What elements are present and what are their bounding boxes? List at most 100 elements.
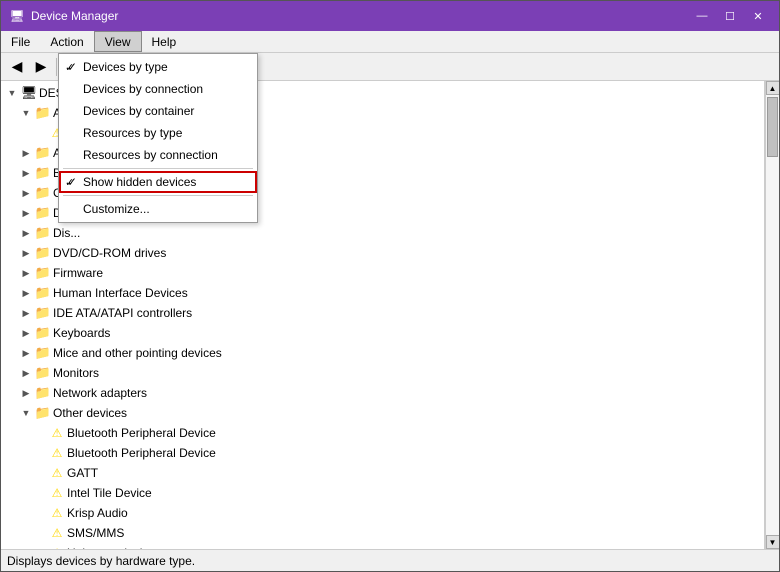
check-icon: ✓ <box>67 175 83 189</box>
scroll-thumb[interactable] <box>767 97 778 157</box>
window-title: Device Manager <box>31 9 689 23</box>
tree-item-gatt[interactable]: ⚠ GATT <box>1 463 764 483</box>
folder-icon-dvd: 📁 <box>35 245 51 261</box>
tree-label-firmware: Firmware <box>53 266 103 280</box>
scroll-track[interactable] <box>766 95 779 535</box>
toggle-disk[interactable]: ▶ <box>19 206 33 220</box>
tree-label-dvd: DVD/CD-ROM drives <box>53 246 166 260</box>
tree-item-unk1[interactable]: ⚠ Unknown device <box>1 543 764 549</box>
close-button[interactable]: ✕ <box>745 6 771 26</box>
toggle-monitors[interactable]: ▶ <box>19 366 33 380</box>
folder-icon-disk: 📁 <box>35 205 51 221</box>
tree-label-intel: Intel Tile Device <box>67 486 152 500</box>
title-bar: 🖥 Device Manager — ☐ ✕ <box>1 1 779 31</box>
menu-separator-1 <box>63 168 253 169</box>
tree-item-other[interactable]: ▼ 📁 Other devices <box>1 403 764 423</box>
menu-devices-by-container[interactable]: Devices by container <box>59 100 257 122</box>
toggle-firmware[interactable]: ▶ <box>19 266 33 280</box>
tree-label-krisp: Krisp Audio <box>67 506 128 520</box>
toggle-a-warn <box>33 126 47 140</box>
toggle-aud[interactable]: ▶ <box>19 146 33 160</box>
menu-devices-by-type[interactable]: ✓ Devices by type <box>59 56 257 78</box>
check-icon: ✓ <box>67 60 83 74</box>
toggle-btpd2 <box>33 446 47 460</box>
menu-show-hidden[interactable]: ✓ Show hidden devices <box>59 171 257 193</box>
toggle-kb[interactable]: ▶ <box>19 326 33 340</box>
status-bar: Displays devices by hardware type. <box>1 549 779 571</box>
toggle-disp[interactable]: ▶ <box>19 226 33 240</box>
menu-resources-by-connection[interactable]: Resources by connection <box>59 144 257 166</box>
tree-item-mice[interactable]: ▶ 📁 Mice and other pointing devices <box>1 343 764 363</box>
folder-icon-aud: 📁 <box>35 145 51 161</box>
minimize-button[interactable]: — <box>689 6 715 26</box>
menu-devices-by-connection[interactable]: Devices by connection <box>59 78 257 100</box>
maximize-button[interactable]: ☐ <box>717 6 743 26</box>
scroll-up-arrow[interactable]: ▲ <box>766 81 780 95</box>
tree-label-ide: IDE ATA/ATAPI controllers <box>53 306 192 320</box>
tree-label-btpd1: Bluetooth Peripheral Device <box>67 426 216 440</box>
tree-item-firmware[interactable]: ▶ 📁 Firmware <box>1 263 764 283</box>
menu-resources-by-type[interactable]: Resources by type <box>59 122 257 144</box>
tree-item-monitors[interactable]: ▶ 📁 Monitors <box>1 363 764 383</box>
tree-label-other: Other devices <box>53 406 127 420</box>
computer-icon: 🖥 <box>21 85 37 101</box>
warning-icon-krisp: ⚠ <box>49 505 65 521</box>
help-menu[interactable]: Help <box>142 31 187 52</box>
scroll-down-arrow[interactable]: ▼ <box>766 535 780 549</box>
warning-icon-gatt: ⚠ <box>49 465 65 481</box>
forward-button[interactable]: ▶ <box>29 56 53 78</box>
toggle-hid[interactable]: ▶ <box>19 286 33 300</box>
app-icon: 🖥 <box>9 8 25 24</box>
toolbar-sep-1 <box>56 58 57 76</box>
toggle-blu[interactable]: ▶ <box>19 166 33 180</box>
folder-icon-blu: 📁 <box>35 165 51 181</box>
toggle-desktop[interactable]: ▼ <box>5 86 19 100</box>
folder-icon-mice: 📁 <box>35 345 51 361</box>
folder-icon-com: 📁 <box>35 185 51 201</box>
tree-item-btpd2[interactable]: ⚠ Bluetooth Peripheral Device <box>1 443 764 463</box>
folder-icon-ide: 📁 <box>35 305 51 321</box>
tree-label-monitors: Monitors <box>53 366 99 380</box>
window-controls: — ☐ ✕ <box>689 6 771 26</box>
warning-icon-intel: ⚠ <box>49 485 65 501</box>
warning-icon-sms: ⚠ <box>49 525 65 541</box>
tree-item-btpd1[interactable]: ⚠ Bluetooth Peripheral Device <box>1 423 764 443</box>
device-manager-window: 🖥 Device Manager — ☐ ✕ File Action View … <box>0 0 780 572</box>
tree-item-hid[interactable]: ▶ 📁 Human Interface Devices <box>1 283 764 303</box>
toggle-com[interactable]: ▶ <box>19 186 33 200</box>
toggle-and[interactable]: ▼ <box>19 106 33 120</box>
view-menu[interactable]: View <box>94 31 142 52</box>
toggle-mice[interactable]: ▶ <box>19 346 33 360</box>
warning-icon-btpd2: ⚠ <box>49 445 65 461</box>
tree-item-krisp[interactable]: ⚠ Krisp Audio <box>1 503 764 523</box>
folder-icon-firmware: 📁 <box>35 265 51 281</box>
action-menu[interactable]: Action <box>40 31 93 52</box>
vertical-scrollbar[interactable]: ▲ ▼ <box>765 81 779 549</box>
tree-label-hid: Human Interface Devices <box>53 286 188 300</box>
folder-icon-and: 📁 <box>35 105 51 121</box>
toggle-dvd[interactable]: ▶ <box>19 246 33 260</box>
file-menu[interactable]: File <box>1 31 40 52</box>
tree-label-kb: Keyboards <box>53 326 110 340</box>
folder-icon-monitors: 📁 <box>35 365 51 381</box>
tree-label-sms: SMS/MMS <box>67 526 124 540</box>
warning-icon-unk1: ⚠ <box>49 545 65 549</box>
menu-customize[interactable]: Customize... <box>59 198 257 220</box>
tree-label-gatt: GATT <box>67 466 98 480</box>
tree-item-sms[interactable]: ⚠ SMS/MMS <box>1 523 764 543</box>
toggle-network[interactable]: ▶ <box>19 386 33 400</box>
tree-item-dvd[interactable]: ▶ 📁 DVD/CD-ROM drives <box>1 243 764 263</box>
back-button[interactable]: ◀ <box>5 56 29 78</box>
tree-item-network[interactable]: ▶ 📁 Network adapters <box>1 383 764 403</box>
menu-bar: File Action View Help ✓ Devices by type … <box>1 31 779 53</box>
tree-item-ide[interactable]: ▶ 📁 IDE ATA/ATAPI controllers <box>1 303 764 323</box>
tree-item-kb[interactable]: ▶ 📁 Keyboards <box>1 323 764 343</box>
tree-label-disp: Dis... <box>53 226 80 240</box>
folder-icon-kb: 📁 <box>35 325 51 341</box>
toggle-other[interactable]: ▼ <box>19 406 33 420</box>
tree-item-intel[interactable]: ⚠ Intel Tile Device <box>1 483 764 503</box>
tree-label-unk1: Unknown device <box>67 546 155 549</box>
tree-item-disp[interactable]: ▶ 📁 Dis... <box>1 223 764 243</box>
tree-label-network: Network adapters <box>53 386 147 400</box>
toggle-ide[interactable]: ▶ <box>19 306 33 320</box>
